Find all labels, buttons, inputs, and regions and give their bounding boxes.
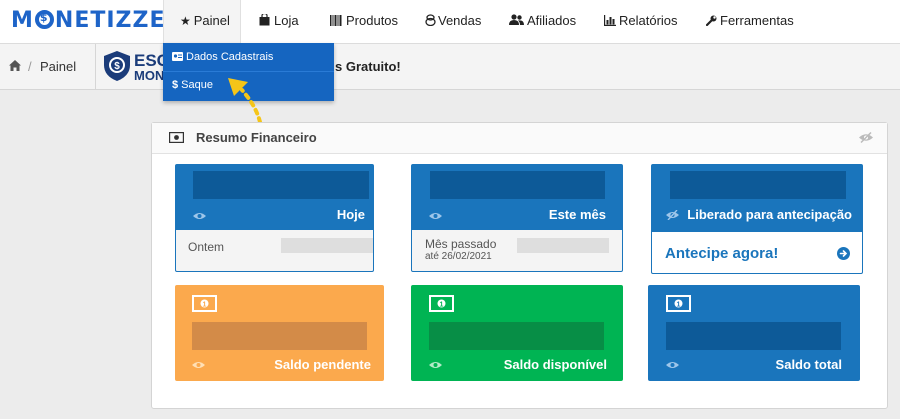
hidden-value-bar bbox=[193, 171, 369, 199]
panel-header: Resumo Financeiro bbox=[152, 123, 887, 154]
hidden-value-bar bbox=[670, 171, 846, 199]
card-saldo-disponivel: 1 Saldo disponível bbox=[411, 285, 623, 381]
nav-item-produtos[interactable]: Produtos bbox=[330, 0, 398, 44]
hidden-value-bar bbox=[192, 322, 367, 350]
card-liberado-antecipacao: Liberado para antecipação Antecipe agora… bbox=[651, 164, 863, 274]
financial-summary-panel: Resumo Financeiro Hoje Ontem Este mês Mê… bbox=[151, 122, 888, 409]
barcode-icon bbox=[330, 15, 342, 26]
shopping-bag-icon bbox=[259, 12, 270, 26]
breadcrumb-bar: / Painel $ ESC MON s Gratuito! bbox=[0, 44, 900, 90]
eye-icon[interactable] bbox=[429, 360, 442, 370]
card-saldo-total: 1 Saldo total bbox=[648, 285, 860, 381]
star-icon: ★ bbox=[180, 14, 191, 28]
eye-icon[interactable] bbox=[666, 360, 679, 370]
nav-item-relatorios[interactable]: Relatórios bbox=[604, 0, 678, 44]
card-label-saldo-total: Saldo total bbox=[775, 357, 842, 372]
highlight-arrow-icon bbox=[228, 78, 262, 124]
svg-text:1: 1 bbox=[440, 302, 444, 309]
svg-text:1: 1 bbox=[677, 302, 681, 309]
nav-item-loja[interactable]: Loja bbox=[259, 0, 299, 44]
nav-item-afiliados[interactable]: Afiliados bbox=[509, 0, 576, 44]
eye-slash-icon[interactable] bbox=[859, 132, 873, 143]
bar-chart-icon bbox=[604, 15, 616, 26]
money-bill-icon: 1 bbox=[666, 295, 691, 312]
hidden-value-placeholder bbox=[281, 238, 373, 253]
card-label-saldo-pendente: Saldo pendente bbox=[274, 357, 371, 372]
wrench-icon bbox=[705, 15, 717, 27]
card-label-hoje: Hoje bbox=[336, 207, 365, 222]
hidden-value-placeholder bbox=[517, 238, 609, 253]
card-saldo-pendente: 1 Saldo pendente bbox=[175, 285, 384, 381]
eye-icon[interactable] bbox=[192, 360, 205, 370]
nav-item-painel[interactable]: ★ Painel bbox=[163, 0, 241, 44]
card-label-liberado: Liberado para antecipação bbox=[687, 207, 852, 222]
svg-text:1: 1 bbox=[203, 302, 207, 309]
dropdown-item-saque[interactable]: $ Saque bbox=[172, 79, 213, 91]
home-icon[interactable] bbox=[9, 60, 21, 71]
users-icon bbox=[509, 14, 524, 25]
card-subtitle-date: até 26/02/2021 bbox=[425, 251, 492, 262]
money-bill-icon: 1 bbox=[192, 295, 217, 312]
card-hoje: Hoje Ontem bbox=[175, 164, 374, 272]
breadcrumb-separator: / bbox=[28, 59, 32, 74]
money-bill-icon bbox=[169, 132, 184, 143]
promo-banner-line2[interactable]: MON bbox=[134, 68, 164, 83]
top-navbar: MNETIZZE ★Painel Loja Produtos Vendas Af… bbox=[0, 0, 900, 44]
promo-banner-text[interactable]: s Gratuito! bbox=[335, 59, 401, 74]
arrow-circle-right-icon[interactable] bbox=[837, 247, 850, 260]
logo-o-coin-icon bbox=[34, 10, 54, 29]
id-card-icon bbox=[172, 52, 183, 61]
money-icon bbox=[425, 14, 436, 27]
eye-slash-icon[interactable] bbox=[666, 210, 679, 220]
svg-text:$: $ bbox=[114, 61, 120, 72]
card-subtitle-ontem: Ontem bbox=[188, 240, 225, 254]
card-label-este-mes: Este mês bbox=[548, 207, 606, 222]
eye-icon[interactable] bbox=[429, 211, 442, 221]
panel-title: Resumo Financeiro bbox=[196, 130, 317, 145]
card-label-saldo-disponivel: Saldo disponível bbox=[503, 357, 607, 372]
dropdown-item-dados-cadastrais[interactable]: Dados Cadastrais bbox=[172, 51, 273, 63]
dollar-icon: $ bbox=[172, 79, 179, 91]
card-este-mes: Este mês Mês passado até 26/02/2021 bbox=[411, 164, 623, 272]
antecipe-agora-link[interactable]: Antecipe agora! bbox=[665, 245, 778, 262]
hidden-value-bar bbox=[429, 322, 604, 350]
eye-icon[interactable] bbox=[193, 211, 206, 221]
hidden-value-bar bbox=[666, 322, 841, 350]
brand-logo[interactable]: MNETIZZE bbox=[11, 8, 165, 33]
card-subtitle-mes-passado: Mês passado bbox=[425, 237, 497, 251]
breadcrumb-current[interactable]: Painel bbox=[40, 59, 76, 74]
nav-item-ferramentas[interactable]: Ferramentas bbox=[705, 0, 794, 44]
money-bill-icon: 1 bbox=[429, 295, 454, 312]
hidden-value-bar bbox=[430, 171, 605, 199]
nav-item-vendas[interactable]: Vendas bbox=[425, 0, 481, 44]
breadcrumb-divider bbox=[95, 44, 96, 90]
shield-icon: $ bbox=[104, 51, 130, 81]
